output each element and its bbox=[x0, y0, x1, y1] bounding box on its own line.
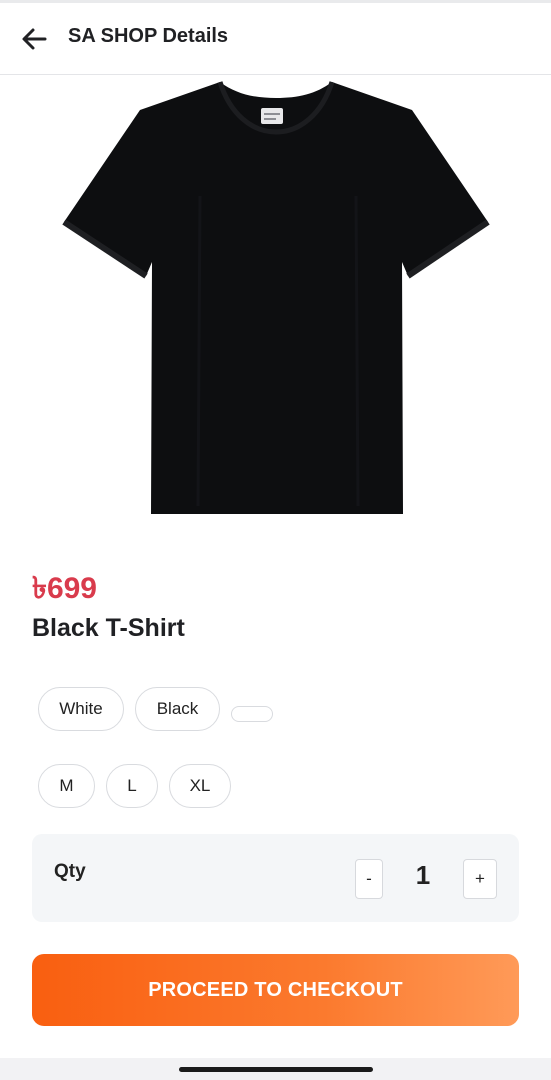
decrement-button[interactable]: - bbox=[355, 859, 383, 899]
color-option-empty[interactable] bbox=[231, 706, 273, 722]
back-button[interactable] bbox=[18, 23, 50, 55]
size-option-xl[interactable]: XL bbox=[169, 764, 231, 808]
product-price: ৳699 bbox=[32, 572, 97, 605]
size-option-m[interactable]: M bbox=[38, 764, 95, 808]
color-option-black[interactable]: Black bbox=[135, 687, 220, 731]
home-indicator[interactable] bbox=[179, 1067, 373, 1072]
quantity-section: Qty - 1 + bbox=[32, 834, 519, 922]
product-name: Black T-Shirt bbox=[32, 614, 185, 642]
quantity-label: Qty bbox=[54, 861, 86, 882]
proceed-to-checkout-button[interactable]: PROCEED TO CHECKOUT bbox=[32, 954, 519, 1026]
product-details-screen: SA SHOP Details ৳699 Black T-Shirt White… bbox=[0, 0, 551, 1080]
page-title: SA SHOP Details bbox=[68, 25, 229, 47]
size-option-l[interactable]: L bbox=[106, 764, 158, 808]
product-image bbox=[40, 76, 510, 526]
app-header: SA SHOP Details bbox=[0, 3, 551, 75]
quantity-value: 1 bbox=[415, 860, 431, 890]
increment-button[interactable]: + bbox=[463, 859, 497, 899]
color-option-white[interactable]: White bbox=[38, 687, 124, 731]
arrow-left-icon bbox=[22, 28, 47, 50]
tshirt-image bbox=[62, 81, 490, 514]
